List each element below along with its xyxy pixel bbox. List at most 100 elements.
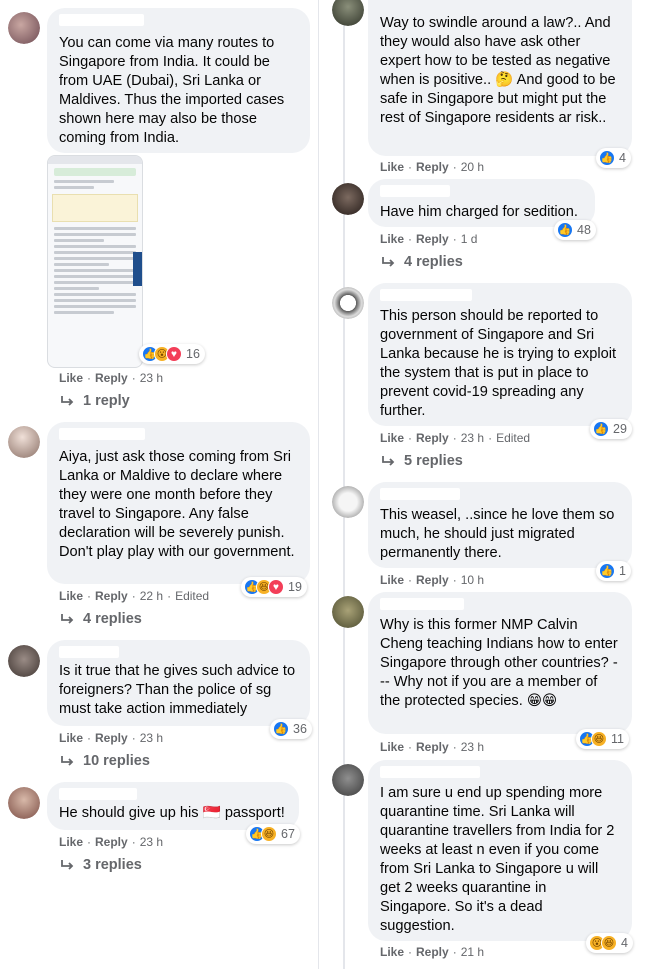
comment-text: Have him charged for sedition.: [380, 204, 578, 220]
reaction-count: 11: [611, 732, 624, 746]
comment-actions: Like · Reply · 1 d: [380, 232, 478, 246]
reply-link[interactable]: Reply: [416, 232, 449, 246]
comment-actions: Like · Reply · 23 h · Edited: [380, 431, 531, 445]
like-reaction-icon: 👍: [599, 150, 615, 166]
reply-arrow-icon: [382, 456, 395, 466]
avatar[interactable]: [332, 764, 364, 796]
reaction-summary[interactable]: 👍 😆 67: [246, 824, 300, 844]
like-link[interactable]: Like: [380, 945, 404, 959]
view-replies-link[interactable]: 3 replies: [59, 857, 142, 873]
attached-screenshot-image[interactable]: [47, 155, 143, 368]
reaction-summary[interactable]: 👍 4: [596, 148, 631, 168]
reaction-count: 4: [621, 936, 628, 950]
comment-bubble: I am sure u end up spending more quarant…: [368, 760, 632, 941]
avatar[interactable]: [8, 645, 40, 677]
comment-text: He should give up his 🇸🇬 passport!: [59, 805, 285, 821]
haha-reaction-icon: 😆: [591, 731, 607, 747]
reaction-summary[interactable]: 👍 😮 ♥ 16: [139, 344, 205, 364]
timestamp[interactable]: 23 h: [461, 431, 484, 445]
column-divider: [318, 0, 319, 969]
like-link[interactable]: Like: [380, 431, 404, 445]
replies-count: 10 replies: [83, 753, 150, 769]
timestamp[interactable]: 21 h: [461, 945, 484, 959]
replies-count: 1 reply: [83, 393, 130, 409]
timestamp[interactable]: 1 d: [461, 232, 478, 246]
reply-link[interactable]: Reply: [416, 160, 449, 174]
view-replies-link[interactable]: 1 reply: [59, 393, 130, 409]
like-link[interactable]: Like: [59, 835, 83, 849]
like-link[interactable]: Like: [380, 573, 404, 587]
comment-bubble: This weasel, ..since he love them so muc…: [368, 482, 632, 568]
like-reaction-icon: 👍: [273, 721, 289, 737]
like-link[interactable]: Like: [59, 371, 83, 385]
reaction-summary[interactable]: 👍 36: [270, 719, 312, 739]
avatar[interactable]: [332, 183, 364, 215]
redacted-name: [59, 788, 137, 800]
edited-label: Edited: [175, 589, 210, 603]
timestamp[interactable]: 23 h: [461, 740, 484, 754]
reply-link[interactable]: Reply: [95, 731, 128, 745]
comment-actions: Like · Reply · 21 h: [380, 945, 485, 959]
like-link[interactable]: Like: [380, 160, 404, 174]
comment-actions: Like · Reply · 23 h: [59, 835, 164, 849]
replies-count: 4 replies: [83, 611, 142, 627]
reply-link[interactable]: Reply: [416, 573, 449, 587]
like-link[interactable]: Like: [59, 731, 83, 745]
reply-link[interactable]: Reply: [95, 371, 128, 385]
reaction-summary[interactable]: 👍 😆 ♥ 19: [241, 577, 307, 597]
view-replies-link[interactable]: 4 replies: [59, 611, 142, 627]
timestamp[interactable]: 23 h: [140, 371, 163, 385]
timestamp[interactable]: 23 h: [140, 731, 163, 745]
view-replies-link[interactable]: 5 replies: [380, 453, 463, 469]
avatar[interactable]: [332, 287, 364, 319]
view-replies-link[interactable]: 4 replies: [380, 254, 463, 270]
comment-text: I am sure u end up spending more quarant…: [380, 785, 619, 934]
reply-arrow-icon: [382, 257, 395, 267]
comment-actions: Like · Reply · 20 h: [380, 160, 485, 174]
like-link[interactable]: Like: [380, 740, 404, 754]
avatar[interactable]: [8, 787, 40, 819]
reaction-count: 67: [281, 827, 295, 841]
timestamp[interactable]: 23 h: [140, 835, 163, 849]
love-reaction-icon: ♥: [166, 346, 182, 362]
reaction-summary[interactable]: 👍 1: [596, 561, 631, 581]
haha-reaction-icon: 😆: [601, 935, 617, 951]
comment-actions: Like · Reply · 23 h: [59, 371, 164, 385]
reply-link[interactable]: Reply: [95, 589, 128, 603]
timestamp[interactable]: 22 h: [140, 589, 163, 603]
reply-link[interactable]: Reply: [416, 945, 449, 959]
edited-label: Edited: [496, 431, 531, 445]
timestamp[interactable]: 20 h: [461, 160, 484, 174]
like-link[interactable]: Like: [380, 232, 404, 246]
reaction-count: 36: [293, 722, 307, 736]
comment-actions: Like · Reply · 22 h · Edited: [59, 589, 210, 603]
like-reaction-icon: 👍: [557, 222, 573, 238]
avatar[interactable]: [332, 486, 364, 518]
comment-text: Is it true that he gives such advice to …: [59, 663, 300, 717]
redacted-name: [380, 598, 464, 610]
love-reaction-icon: ♥: [268, 579, 284, 595]
redacted-name: [380, 289, 472, 301]
comment-text: You can come via many routes to Singapor…: [59, 35, 289, 146]
comment-actions: Like · Reply · 10 h: [380, 573, 485, 587]
reaction-summary[interactable]: 👍 29: [590, 419, 632, 439]
replies-count: 4 replies: [404, 254, 463, 270]
reply-link[interactable]: Reply: [416, 740, 449, 754]
comment-bubble: Why is this former NMP Calvin Cheng teac…: [368, 592, 632, 734]
avatar[interactable]: [8, 12, 40, 44]
timestamp[interactable]: 10 h: [461, 573, 484, 587]
redacted-name: [59, 646, 119, 658]
reply-link[interactable]: Reply: [416, 431, 449, 445]
avatar[interactable]: [332, 0, 364, 26]
avatar[interactable]: [332, 596, 364, 628]
view-replies-link[interactable]: 10 replies: [59, 753, 150, 769]
reply-link[interactable]: Reply: [95, 835, 128, 849]
redacted-name: [59, 428, 145, 440]
reaction-summary[interactable]: 😮 😆 4: [586, 933, 633, 953]
reaction-summary[interactable]: 👍 48: [554, 220, 596, 240]
comment-bubble: This person should be reported to govern…: [368, 283, 632, 426]
like-link[interactable]: Like: [59, 589, 83, 603]
avatar[interactable]: [8, 426, 40, 458]
reaction-summary[interactable]: 👍 😆 11: [576, 729, 629, 749]
reaction-count: 4: [619, 151, 626, 165]
